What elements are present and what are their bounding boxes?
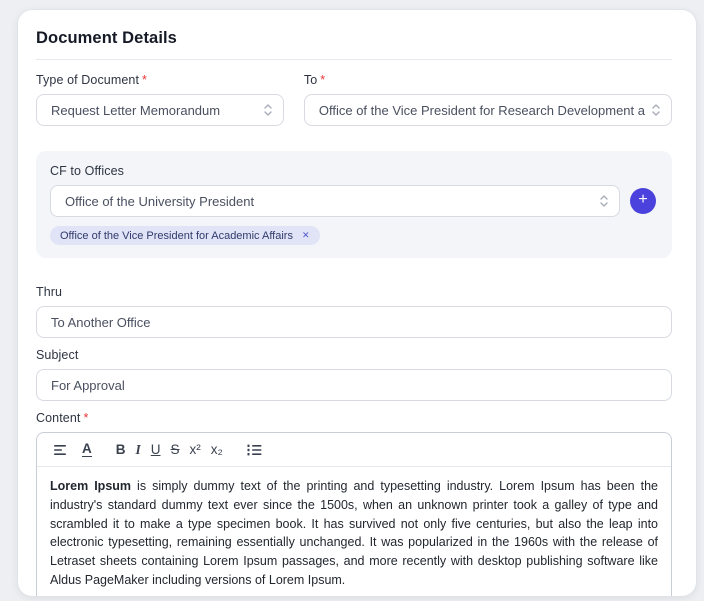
bold-button[interactable]: B — [111, 441, 131, 459]
thru-field: Thru — [36, 285, 672, 338]
content-label: Content * — [36, 411, 672, 425]
ordered-list-icon — [247, 444, 262, 455]
type-of-document-field: Type of Document * Request Letter Memoran… — [36, 73, 284, 126]
top-fields-row: Type of Document * Request Letter Memoran… — [36, 73, 672, 126]
underline-button[interactable]: U — [146, 441, 166, 459]
add-office-button[interactable]: + — [630, 188, 656, 214]
type-of-document-label: Type of Document * — [36, 73, 284, 87]
editor-content-area[interactable]: Lorem Ipsum is simply dummy text of the … — [37, 467, 671, 596]
required-asterisk: * — [83, 411, 89, 425]
thru-input[interactable] — [36, 306, 672, 338]
subject-label: Subject — [36, 348, 79, 362]
cf-office-value: Office of the University President — [65, 193, 255, 209]
to-select[interactable]: Office of the Vice President for Researc… — [303, 94, 672, 126]
label-text: To — [303, 73, 318, 87]
to-field: To * Office of the Vice President for Res… — [303, 73, 672, 126]
italic-button[interactable]: I — [131, 441, 146, 459]
chevron-updown-icon — [652, 104, 660, 116]
strikethrough-button[interactable]: S — [166, 441, 185, 459]
thru-label: Thru — [36, 285, 63, 299]
subject-input[interactable] — [36, 369, 672, 401]
content-text: is simply dummy text of the printing and… — [50, 479, 658, 587]
subject-field: Subject — [36, 348, 672, 401]
label-text: Type of Document — [36, 73, 140, 87]
document-details-card: Document Details Type of Document * Reque… — [18, 10, 696, 596]
align-left-icon — [54, 444, 66, 455]
to-value: Office of the Vice President for Researc… — [318, 102, 645, 118]
cf-to-offices-panel: CF to Offices Office of the University P… — [36, 151, 672, 258]
type-of-document-select[interactable]: Request Letter Memorandum — [36, 94, 284, 126]
required-asterisk: * — [320, 73, 326, 87]
cf-select-row: Office of the University President + — [50, 185, 656, 217]
chevron-updown-icon — [600, 195, 608, 207]
text-color-icon: A — [82, 440, 92, 458]
cf-office-select[interactable]: Office of the University President — [50, 185, 620, 217]
page-title: Document Details — [36, 29, 177, 47]
content-bold-lead: Lorem Ipsum — [50, 479, 132, 493]
type-of-document-value: Request Letter Memorandum — [51, 102, 221, 118]
superscript-button[interactable]: x² — [185, 441, 206, 459]
text-color-button[interactable]: A — [77, 440, 97, 460]
content-field: Content * A B I U S x² x₂ Lorem Ipsum is … — [36, 411, 672, 596]
chevron-updown-icon — [264, 104, 272, 116]
cf-to-offices-label: CF to Offices — [50, 164, 125, 178]
cf-office-chip: Office of the Vice President for Academi… — [50, 226, 320, 245]
required-asterisk: * — [142, 73, 148, 87]
chip-remove-icon[interactable]: ✕ — [302, 230, 310, 241]
editor-toolbar: A B I U S x² x₂ — [37, 433, 671, 466]
header-divider — [36, 59, 672, 60]
label-text: Content — [36, 411, 81, 425]
chip-label: Office of the Vice President for Academi… — [60, 229, 293, 242]
subscript-button[interactable]: x₂ — [206, 441, 228, 459]
to-label: To * — [304, 73, 672, 87]
content-editor: A B I U S x² x₂ Lorem Ipsum is simply du… — [36, 432, 672, 596]
align-left-button[interactable] — [49, 442, 73, 458]
ordered-list-button[interactable] — [242, 442, 267, 458]
